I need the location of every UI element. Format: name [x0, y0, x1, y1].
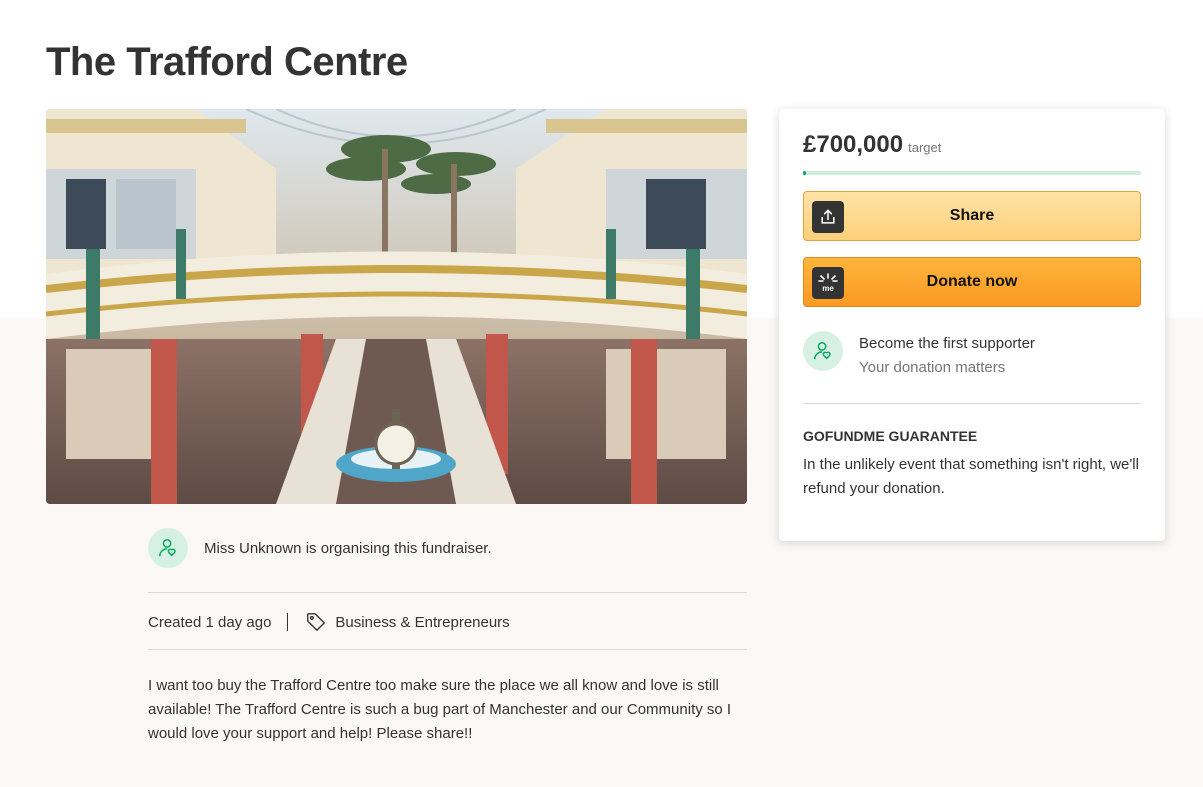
share-upload-icon	[812, 201, 844, 233]
progress-bar	[803, 171, 1141, 175]
supporter-row: Become the first supporter Your donation…	[803, 331, 1035, 378]
organiser-avatar	[148, 528, 188, 568]
user-heart-icon	[814, 342, 831, 360]
story-text: I want too buy the Trafford Centre too m…	[148, 677, 732, 742]
category-link[interactable]: Business & Entrepreneurs	[335, 614, 509, 631]
target-amount: £700,000	[803, 131, 904, 158]
organiser-text: Miss Unknown is organising this fundrais…	[204, 539, 492, 557]
supporter-sub-text: Your donation matters	[859, 359, 1006, 376]
user-heart-icon	[159, 539, 176, 557]
progress-fill	[803, 171, 807, 175]
tag-icon	[305, 611, 327, 633]
share-button[interactable]: Share	[803, 191, 1141, 241]
donate-button-label: Donate now	[926, 273, 1018, 290]
page-title: The Trafford Centre	[46, 40, 408, 84]
divider-bottom	[148, 649, 747, 650]
supporter-text: Become the first supporter Your donation…	[859, 334, 1035, 378]
organiser-row: Miss Unknown is organising this fundrais…	[148, 528, 492, 568]
gofundme-me-icon: me	[812, 267, 844, 299]
guarantee-text: In the unlikely event that something isn…	[803, 456, 1139, 497]
fundraiser-meta: Created 1 day ago Business & Entrepreneu…	[148, 609, 510, 635]
created-date: Created 1 day ago	[148, 613, 272, 631]
guarantee-title: GOFUNDME GUARANTEE	[803, 428, 978, 444]
donate-now-button[interactable]: me Donate now	[803, 257, 1141, 307]
card-divider	[803, 403, 1141, 404]
share-button-label: Share	[949, 207, 995, 224]
donation-card: £700,000 target Share me Donate now Beco…	[779, 109, 1165, 541]
amount-row: £700,000 target	[803, 131, 941, 159]
mall-interior-illustration	[46, 109, 747, 504]
hero-image[interactable]	[46, 109, 747, 504]
supporter-main-text: Become the first supporter	[859, 335, 1035, 352]
supporter-avatar	[803, 331, 843, 371]
svg-text:me: me	[822, 284, 834, 293]
divider-top	[148, 592, 747, 593]
meta-separator	[287, 613, 289, 631]
target-label: target	[908, 140, 942, 155]
